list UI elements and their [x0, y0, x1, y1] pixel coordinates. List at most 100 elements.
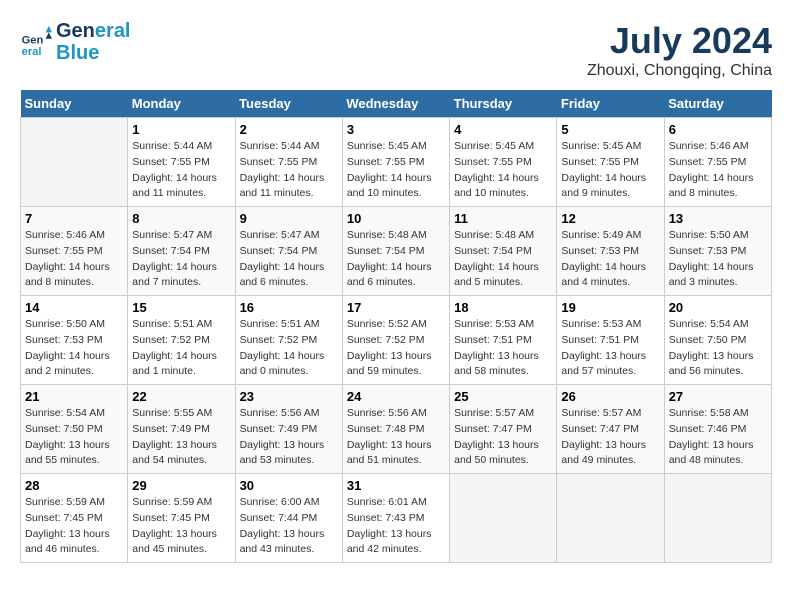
day-number: 28: [25, 478, 123, 493]
calendar-cell: [450, 474, 557, 563]
calendar-table: SundayMondayTuesdayWednesdayThursdayFrid…: [20, 90, 772, 563]
calendar-cell: 30 Sunrise: 6:00 AMSunset: 7:44 PMDayligh…: [235, 474, 342, 563]
day-number: 5: [561, 122, 659, 137]
day-number: 20: [669, 300, 767, 315]
day-info: Sunrise: 5:53 AMSunset: 7:51 PMDaylight:…: [454, 317, 552, 380]
calendar-cell: 28 Sunrise: 5:59 AMSunset: 7:45 PMDayligh…: [21, 474, 128, 563]
day-number: 4: [454, 122, 552, 137]
calendar-cell: 7 Sunrise: 5:46 AMSunset: 7:55 PMDaylight…: [21, 207, 128, 296]
day-info: Sunrise: 5:56 AMSunset: 7:49 PMDaylight:…: [240, 406, 338, 469]
day-number: 31: [347, 478, 445, 493]
day-info: Sunrise: 5:49 AMSunset: 7:53 PMDaylight:…: [561, 228, 659, 291]
calendar-cell: 1 Sunrise: 5:44 AMSunset: 7:55 PMDaylight…: [128, 118, 235, 207]
calendar-cell: 27 Sunrise: 5:58 AMSunset: 7:46 PMDayligh…: [664, 385, 771, 474]
day-number: 8: [132, 211, 230, 226]
calendar-cell: 2 Sunrise: 5:44 AMSunset: 7:55 PMDaylight…: [235, 118, 342, 207]
header-friday: Friday: [557, 90, 664, 118]
day-info: Sunrise: 5:47 AMSunset: 7:54 PMDaylight:…: [132, 228, 230, 291]
calendar-cell: 16 Sunrise: 5:51 AMSunset: 7:52 PMDayligh…: [235, 296, 342, 385]
calendar-title: July 2024: [587, 20, 772, 62]
day-info: Sunrise: 5:45 AMSunset: 7:55 PMDaylight:…: [561, 139, 659, 202]
day-info: Sunrise: 5:48 AMSunset: 7:54 PMDaylight:…: [347, 228, 445, 291]
calendar-week-row: 7 Sunrise: 5:46 AMSunset: 7:55 PMDaylight…: [21, 207, 772, 296]
calendar-subtitle: Zhouxi, Chongqing, China: [587, 62, 772, 80]
day-info: Sunrise: 5:50 AMSunset: 7:53 PMDaylight:…: [25, 317, 123, 380]
day-info: Sunrise: 5:58 AMSunset: 7:46 PMDaylight:…: [669, 406, 767, 469]
day-number: 18: [454, 300, 552, 315]
day-number: 2: [240, 122, 338, 137]
calendar-cell: 29Sunrise: 5:59 AMSunset: 7:45 PMDayligh…: [128, 474, 235, 563]
day-info: Sunrise: 5:45 AMSunset: 7:55 PMDaylight:…: [454, 139, 552, 202]
day-number: 13: [669, 211, 767, 226]
day-number: 14: [25, 300, 123, 315]
calendar-cell: [21, 118, 128, 207]
day-number: 22: [132, 389, 230, 404]
day-info: Sunrise: 5:53 AMSunset: 7:51 PMDaylight:…: [561, 317, 659, 380]
day-info: Sunrise: 5:50 AMSunset: 7:53 PMDaylight:…: [669, 228, 767, 291]
day-info: Sunrise: 5:51 AMSunset: 7:52 PMDaylight:…: [240, 317, 338, 380]
header-saturday: Saturday: [664, 90, 771, 118]
logo-icon: Gen eral: [20, 26, 52, 58]
day-number: 19: [561, 300, 659, 315]
day-number: 15: [132, 300, 230, 315]
calendar-cell: 22 Sunrise: 5:55 AMSunset: 7:49 PMDayligh…: [128, 385, 235, 474]
day-info: Sunrise: 6:00 AMSunset: 7:44 PMDaylight:…: [240, 495, 338, 558]
calendar-header-row: SundayMondayTuesdayWednesdayThursdayFrid…: [21, 90, 772, 118]
logo: Gen eral General Blue: [20, 20, 131, 64]
header-monday: Monday: [128, 90, 235, 118]
calendar-cell: 17 Sunrise: 5:52 AMSunset: 7:52 PMDayligh…: [342, 296, 449, 385]
day-info: Sunrise: 5:44 AMSunset: 7:55 PMDaylight:…: [132, 139, 230, 202]
calendar-cell: 20 Sunrise: 5:54 AMSunset: 7:50 PMDayligh…: [664, 296, 771, 385]
day-number: 23: [240, 389, 338, 404]
header-sunday: Sunday: [21, 90, 128, 118]
calendar-cell: [664, 474, 771, 563]
calendar-cell: 5 Sunrise: 5:45 AMSunset: 7:55 PMDaylight…: [557, 118, 664, 207]
svg-text:eral: eral: [22, 46, 42, 58]
day-number: 24: [347, 389, 445, 404]
calendar-cell: 21 Sunrise: 5:54 AMSunset: 7:50 PMDayligh…: [21, 385, 128, 474]
day-info: Sunrise: 5:47 AMSunset: 7:54 PMDaylight:…: [240, 228, 338, 291]
day-info: Sunrise: 5:46 AMSunset: 7:55 PMDaylight:…: [25, 228, 123, 291]
calendar-cell: 9Sunrise: 5:47 AMSunset: 7:54 PMDaylight…: [235, 207, 342, 296]
day-info: Sunrise: 5:52 AMSunset: 7:52 PMDaylight:…: [347, 317, 445, 380]
day-number: 16: [240, 300, 338, 315]
day-number: 1: [132, 122, 230, 137]
day-number: 21: [25, 389, 123, 404]
day-info: Sunrise: 5:54 AMSunset: 7:50 PMDaylight:…: [669, 317, 767, 380]
calendar-cell: 3 Sunrise: 5:45 AMSunset: 7:55 PMDaylight…: [342, 118, 449, 207]
calendar-week-row: 14 Sunrise: 5:50 AMSunset: 7:53 PMDayligh…: [21, 296, 772, 385]
calendar-week-row: 1 Sunrise: 5:44 AMSunset: 7:55 PMDaylight…: [21, 118, 772, 207]
calendar-cell: 25Sunrise: 5:57 AMSunset: 7:47 PMDayligh…: [450, 385, 557, 474]
logo-line1: General: [56, 20, 131, 42]
day-info: Sunrise: 5:45 AMSunset: 7:55 PMDaylight:…: [347, 139, 445, 202]
day-info: Sunrise: 5:57 AMSunset: 7:47 PMDaylight:…: [561, 406, 659, 469]
calendar-cell: 8 Sunrise: 5:47 AMSunset: 7:54 PMDaylight…: [128, 207, 235, 296]
day-number: 30: [240, 478, 338, 493]
day-info: Sunrise: 5:44 AMSunset: 7:55 PMDaylight:…: [240, 139, 338, 202]
day-info: Sunrise: 5:54 AMSunset: 7:50 PMDaylight:…: [25, 406, 123, 469]
svg-text:Gen: Gen: [22, 35, 44, 47]
day-number: 3: [347, 122, 445, 137]
day-number: 29: [132, 478, 230, 493]
calendar-cell: 11Sunrise: 5:48 AMSunset: 7:54 PMDayligh…: [450, 207, 557, 296]
day-number: 27: [669, 389, 767, 404]
day-number: 7: [25, 211, 123, 226]
day-info: Sunrise: 5:55 AMSunset: 7:49 PMDaylight:…: [132, 406, 230, 469]
calendar-cell: [557, 474, 664, 563]
day-info: Sunrise: 5:57 AMSunset: 7:47 PMDaylight:…: [454, 406, 552, 469]
calendar-cell: 26Sunrise: 5:57 AMSunset: 7:47 PMDayligh…: [557, 385, 664, 474]
day-info: Sunrise: 6:01 AMSunset: 7:43 PMDaylight:…: [347, 495, 445, 558]
logo-line2: Blue: [56, 42, 131, 64]
calendar-cell: 24 Sunrise: 5:56 AMSunset: 7:48 PMDayligh…: [342, 385, 449, 474]
header-wednesday: Wednesday: [342, 90, 449, 118]
calendar-week-row: 21 Sunrise: 5:54 AMSunset: 7:50 PMDayligh…: [21, 385, 772, 474]
calendar-cell: 23 Sunrise: 5:56 AMSunset: 7:49 PMDayligh…: [235, 385, 342, 474]
header-tuesday: Tuesday: [235, 90, 342, 118]
day-number: 17: [347, 300, 445, 315]
day-info: Sunrise: 5:56 AMSunset: 7:48 PMDaylight:…: [347, 406, 445, 469]
day-info: Sunrise: 5:59 AMSunset: 7:45 PMDaylight:…: [25, 495, 123, 558]
page-header: Gen eral General Blue July 2024 Zhouxi, …: [20, 20, 772, 80]
day-info: Sunrise: 5:46 AMSunset: 7:55 PMDaylight:…: [669, 139, 767, 202]
day-number: 10: [347, 211, 445, 226]
calendar-cell: 4 Sunrise: 5:45 AMSunset: 7:55 PMDaylight…: [450, 118, 557, 207]
